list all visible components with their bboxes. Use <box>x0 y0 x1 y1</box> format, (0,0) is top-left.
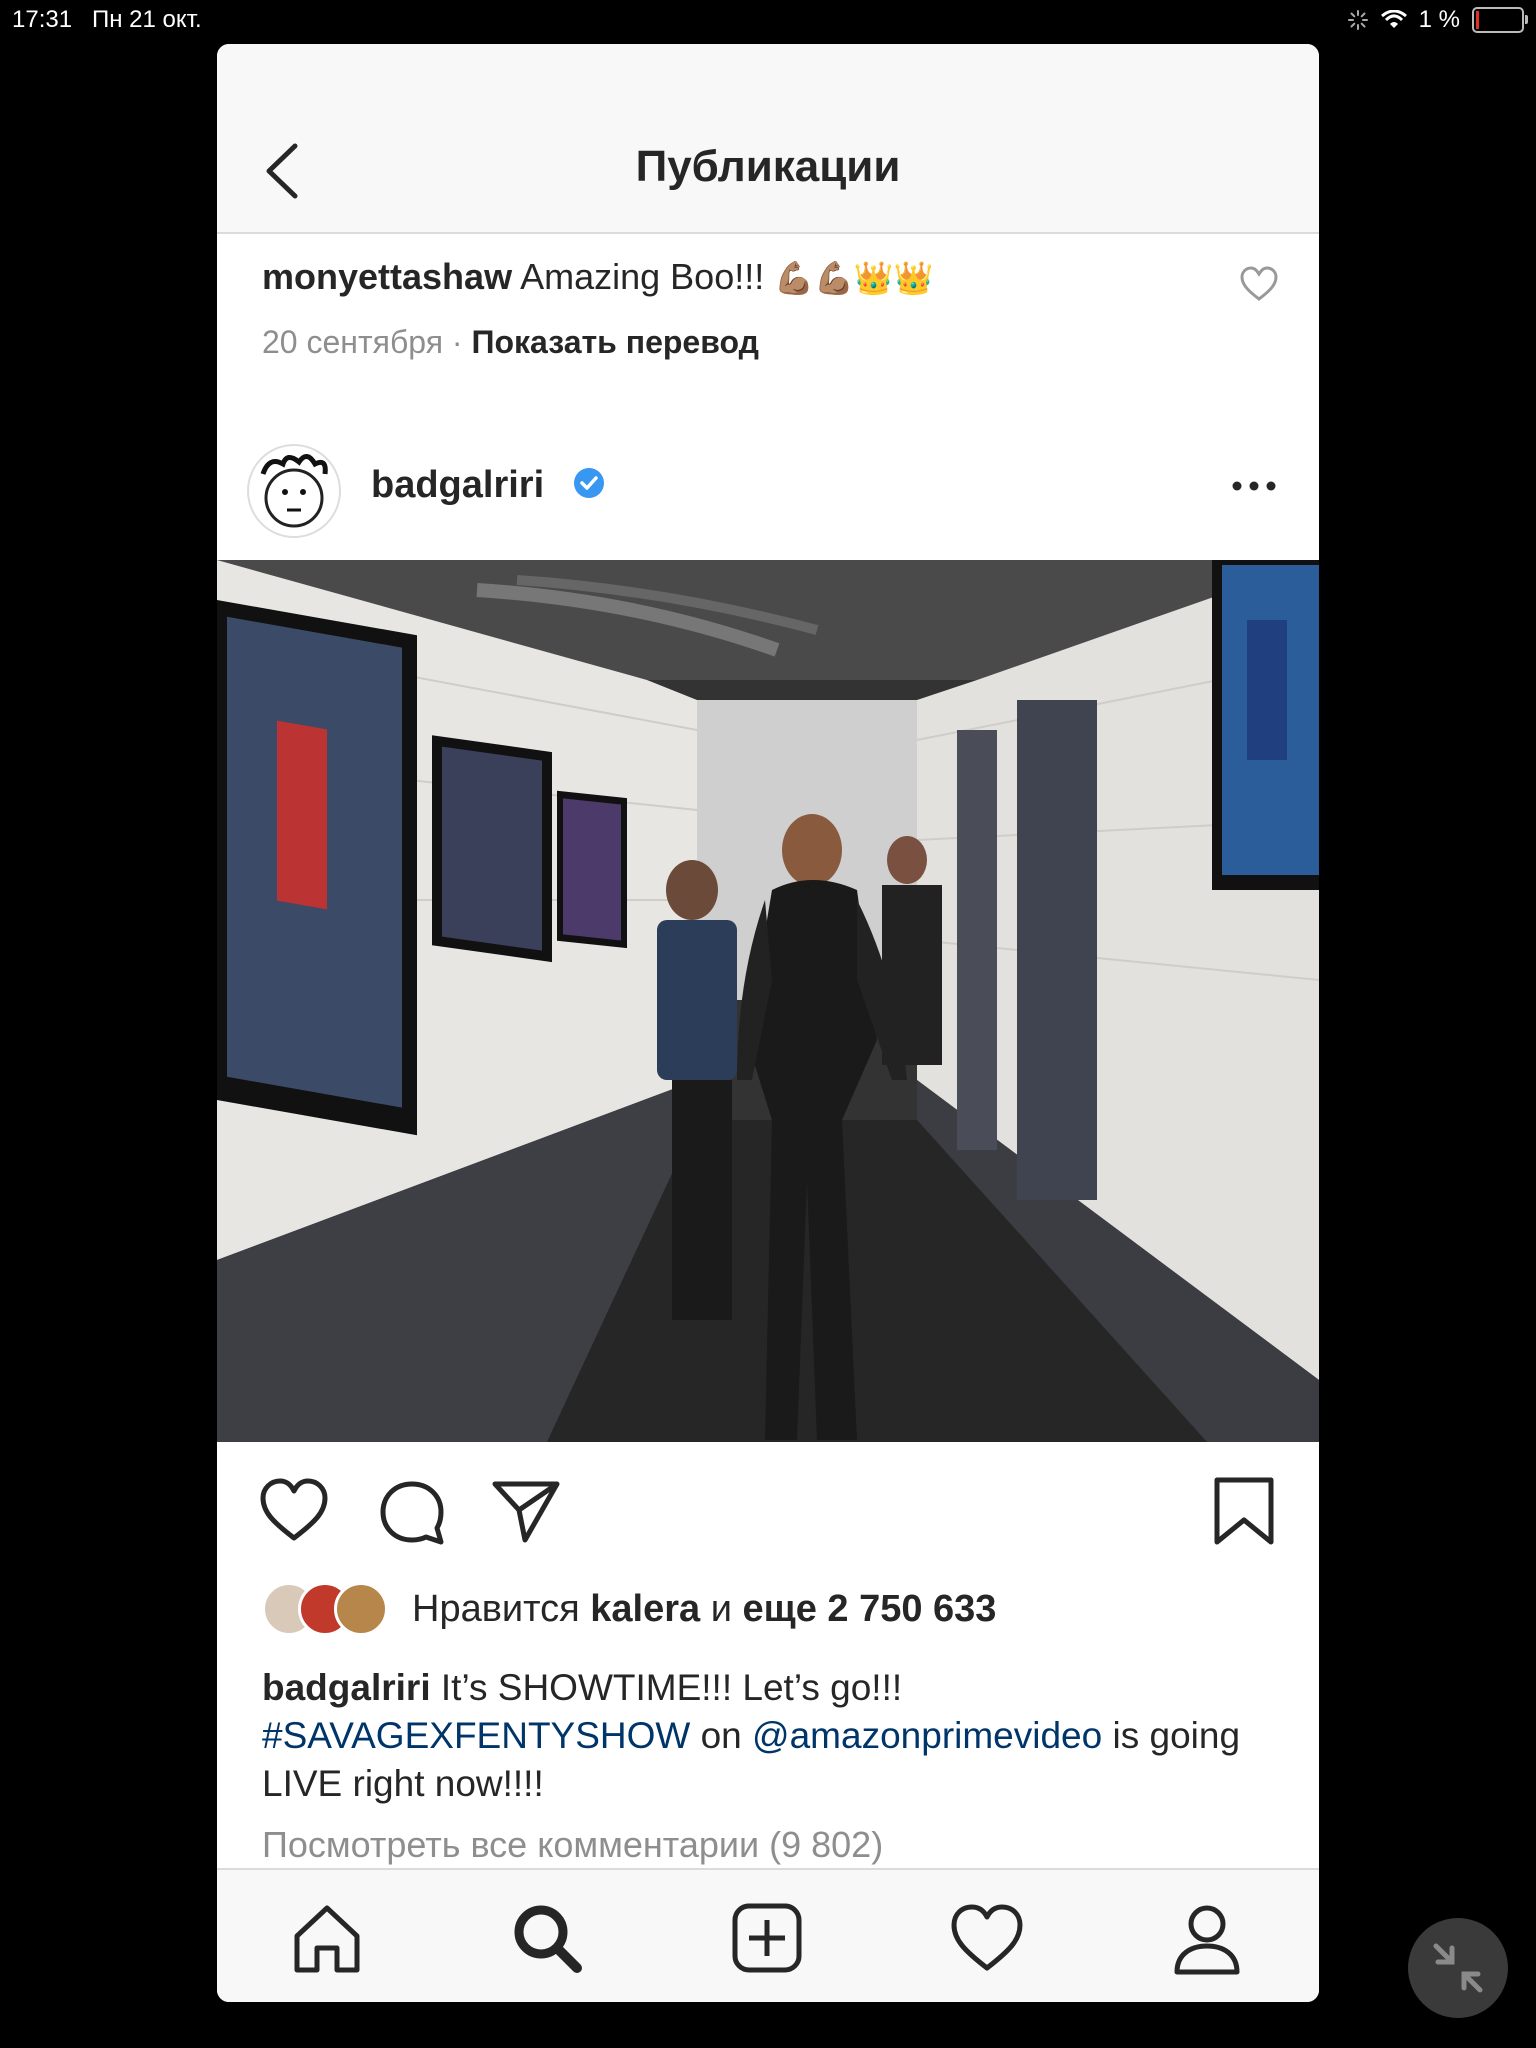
profile-icon[interactable] <box>1167 1898 1247 1978</box>
comment-like-icon[interactable] <box>1239 266 1279 302</box>
view-all-comments-link[interactable]: Посмотреть все комментарии (9 802) <box>262 1824 883 1866</box>
loading-icon <box>1347 10 1368 30</box>
battery-percent: 1 % <box>1418 6 1460 33</box>
status-time: 17:31 <box>12 6 73 33</box>
more-dots-icon[interactable] <box>1229 476 1279 496</box>
tab-bar <box>217 1868 1319 2002</box>
caption-hashtag[interactable]: #SAVAGEXFENTYSHOW <box>262 1715 690 1756</box>
bookmark-icon[interactable] <box>1207 1474 1281 1548</box>
paper-plane-icon[interactable] <box>489 1474 563 1548</box>
liker-avatar <box>334 1582 388 1636</box>
status-date: Пн 21 окт. <box>92 6 202 33</box>
heart-icon[interactable] <box>257 1474 331 1548</box>
likers-avatars <box>262 1582 402 1636</box>
avatar[interactable] <box>247 444 341 538</box>
instagram-window: Публикации monyettashaw Amazing Boo!!! 💪… <box>217 44 1319 2002</box>
likes-prefix: Нравится <box>412 1588 580 1630</box>
add-post-icon[interactable] <box>727 1898 807 1978</box>
status-right: 1 % <box>1347 6 1528 34</box>
caption-on: on <box>700 1715 742 1756</box>
likes-text: Нравится kalera и еще 2 750 633 <box>412 1588 996 1631</box>
comment-emoji: 💪🏽💪🏽👑👑 <box>774 259 934 297</box>
collapse-icon <box>1433 1943 1483 1993</box>
search-icon[interactable] <box>507 1898 587 1978</box>
post-photo[interactable] <box>217 560 1319 1442</box>
caption-username[interactable]: badgalriri <box>262 1667 431 1708</box>
post-username[interactable]: badgalriri <box>371 464 544 507</box>
verified-badge-icon <box>574 468 604 498</box>
status-bar: 17:31 Пн 21 окт. 1 % <box>0 0 1536 40</box>
comment-date: 20 сентября <box>262 324 444 360</box>
show-translation-link[interactable]: Показать перевод <box>471 324 758 360</box>
caption-text: It’s SHOWTIME!!! Let’s go!!! <box>440 1667 903 1708</box>
home-icon[interactable] <box>287 1898 367 1978</box>
post-actions <box>217 1474 1319 1564</box>
likes-user[interactable]: kalera <box>590 1588 700 1630</box>
activity-heart-icon[interactable] <box>947 1898 1027 1978</box>
comment-icon[interactable] <box>375 1476 449 1550</box>
likes-count[interactable]: еще 2 750 633 <box>743 1588 997 1630</box>
battery-icon <box>1472 7 1528 33</box>
post-header: badgalriri <box>217 444 1319 560</box>
wifi-icon <box>1380 10 1407 28</box>
comment-username[interactable]: monyettashaw <box>262 256 512 297</box>
meta-separator: · <box>451 324 463 360</box>
comment-row: monyettashaw Amazing Boo!!! 💪🏽💪🏽👑👑 <box>262 256 1202 298</box>
collapse-button[interactable] <box>1408 1918 1508 2018</box>
post-caption: badgalriri It’s SHOWTIME!!! Let’s go!!! … <box>262 1664 1272 1808</box>
comment-meta: 20 сентября · Показать перевод <box>262 324 759 361</box>
comment-text: Amazing Boo!!! <box>520 256 765 297</box>
nav-bar: Публикации <box>217 44 1319 234</box>
caption-mention[interactable]: @amazonprimevideo <box>752 1715 1102 1756</box>
page-title: Публикации <box>635 142 901 191</box>
likes-and: и <box>710 1588 732 1630</box>
